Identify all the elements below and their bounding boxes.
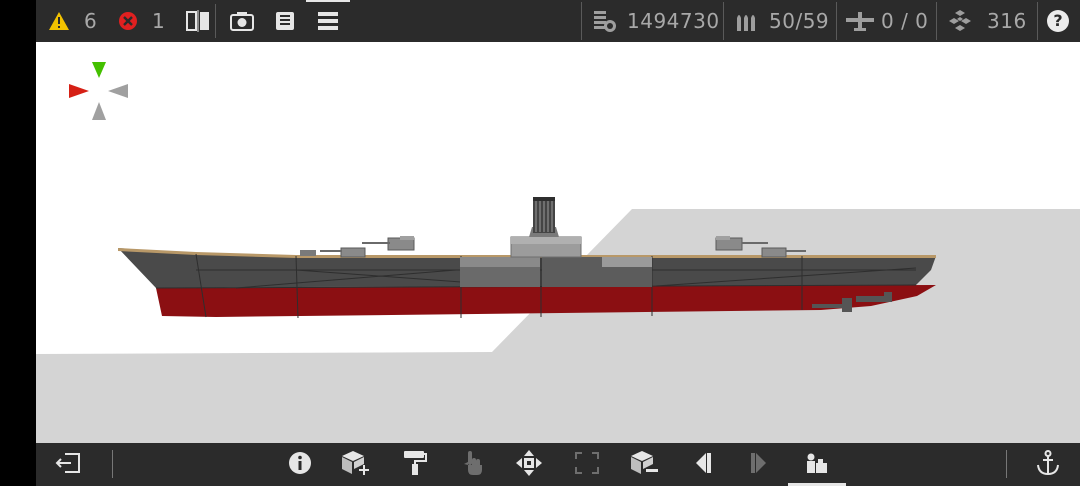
ammo-stat: 50/59 [735, 0, 829, 42]
save-button[interactable] [275, 0, 295, 42]
cost-value: 1494730 [627, 9, 720, 33]
crew-button[interactable] [800, 443, 834, 486]
ammo-icon [735, 10, 759, 32]
separator [936, 2, 937, 40]
coins-icon [593, 9, 617, 33]
exit-button[interactable] [52, 443, 84, 486]
info-icon [288, 451, 312, 479]
exit-icon [55, 452, 81, 478]
anchor-icon [1036, 449, 1060, 480]
separator [215, 4, 216, 38]
resize-icon [575, 451, 599, 478]
paint-button[interactable] [400, 443, 430, 486]
step-forward-button[interactable] [744, 443, 774, 486]
parts-value: 316 [987, 9, 1027, 33]
parts-icon [947, 9, 973, 33]
separator [112, 450, 113, 478]
gizmo-y-up [92, 62, 106, 78]
mirror-view-icon [186, 10, 210, 32]
gun-turret-fore-1 [362, 236, 415, 251]
separator [836, 2, 837, 40]
error-icon [118, 11, 138, 31]
save-icon [275, 11, 295, 31]
hull-midship-panel-top [460, 257, 540, 267]
paint-roller-icon [403, 450, 427, 480]
screenshot-button[interactable] [230, 0, 254, 42]
move-icon [516, 449, 542, 480]
gizmo-x-right [108, 84, 128, 98]
info-button[interactable] [285, 443, 315, 486]
step-forward-icon [750, 452, 768, 477]
anchor-button[interactable] [1033, 443, 1063, 486]
bottom-toolbar [36, 443, 1080, 486]
separator [581, 2, 582, 40]
parts-stat: 316 [947, 0, 1027, 42]
mirror-view-button[interactable] [186, 0, 210, 42]
camera-icon [230, 11, 254, 31]
cost-stat: 1494730 [593, 0, 720, 42]
step-back-button[interactable] [688, 443, 718, 486]
select-button[interactable] [458, 443, 488, 486]
aircraft-icon [845, 10, 875, 32]
left-edge [0, 0, 36, 486]
step-back-icon [694, 452, 712, 477]
aircraft-value: 0 / 0 [881, 9, 929, 33]
superstructure-top [511, 237, 581, 244]
menu-icon [318, 12, 338, 30]
warning-icon [48, 11, 70, 31]
menu-button[interactable] [318, 0, 338, 42]
3d-viewport[interactable] [36, 42, 1080, 443]
separator [1037, 2, 1038, 40]
hull-midship-panel-3 [602, 257, 652, 267]
crew-icon [805, 452, 829, 478]
orientation-gizmo[interactable] [69, 62, 128, 120]
resize-button[interactable] [572, 443, 602, 486]
add-block-icon [341, 450, 369, 480]
scene-canvas [36, 62, 1080, 443]
help-icon: ? [1047, 10, 1069, 32]
add-block-button[interactable] [340, 443, 370, 486]
errors-count: 1 [152, 9, 166, 33]
block-edit-icon [630, 450, 658, 480]
aircraft-stat: 0 / 0 [845, 0, 928, 42]
help-button[interactable]: ? [1047, 0, 1069, 42]
move-button[interactable] [514, 443, 544, 486]
deck-fitting-fore [300, 250, 316, 256]
block-edit-button[interactable] [628, 443, 660, 486]
separator [1006, 450, 1007, 478]
gizmo-x-left [69, 84, 89, 98]
gizmo-z-down [92, 102, 106, 120]
hand-select-icon [462, 450, 484, 480]
ammo-value: 50/59 [769, 9, 830, 33]
separator [723, 2, 724, 40]
errors-indicator[interactable]: 1 [118, 0, 165, 42]
warnings-count: 6 [84, 9, 98, 33]
warnings-indicator[interactable]: 6 [48, 0, 97, 42]
